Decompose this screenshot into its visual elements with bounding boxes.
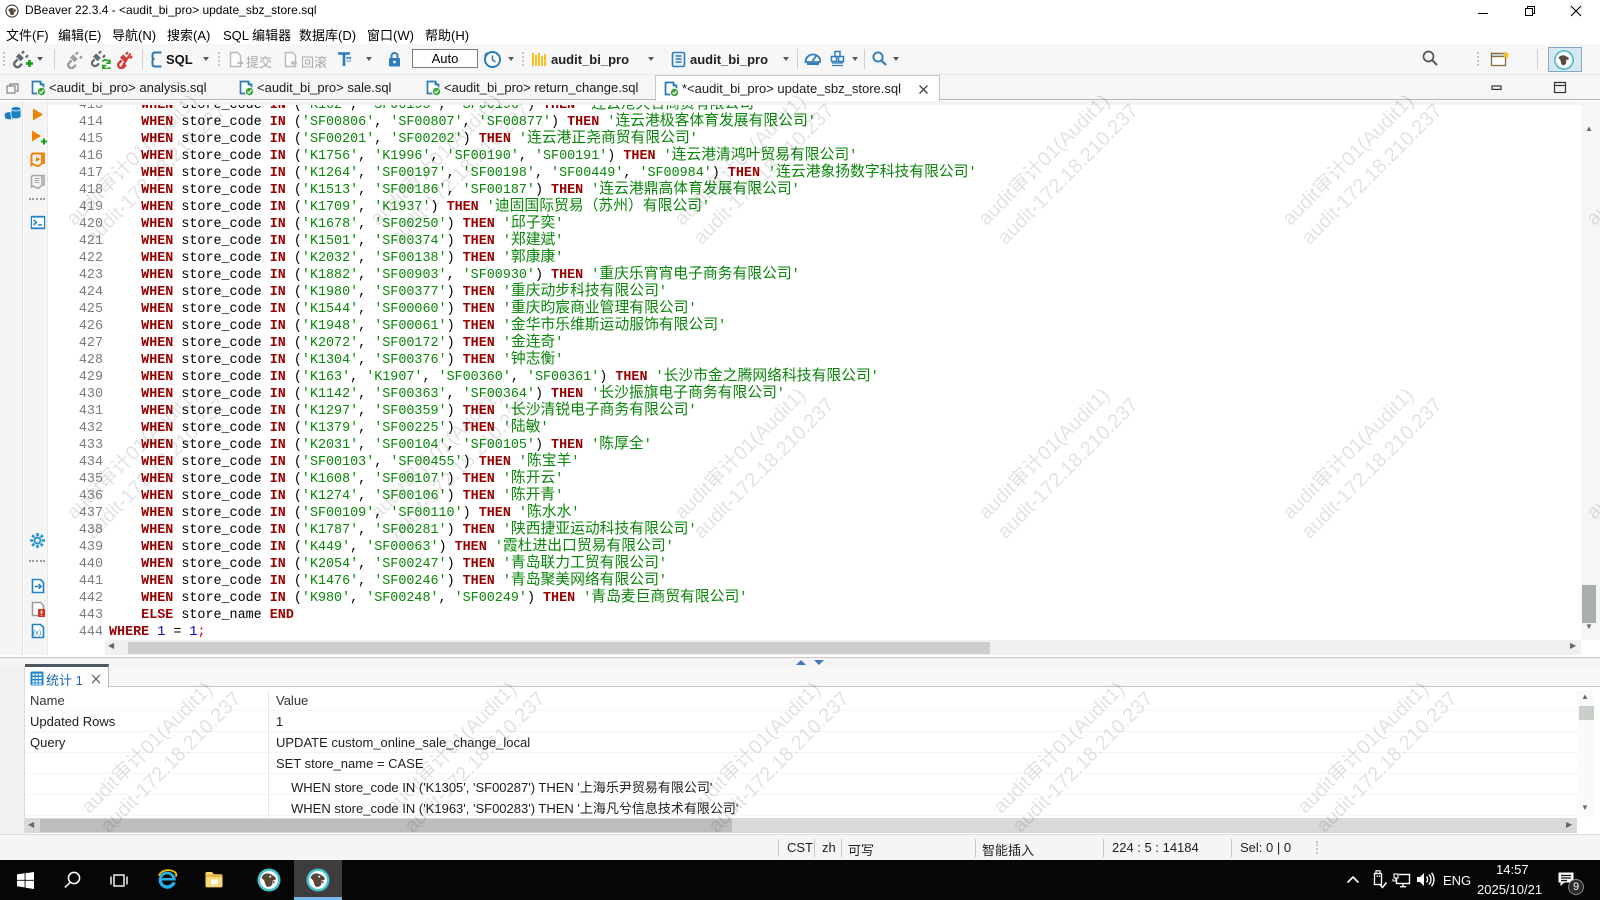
svg-text:(x): (x) — [33, 630, 41, 637]
